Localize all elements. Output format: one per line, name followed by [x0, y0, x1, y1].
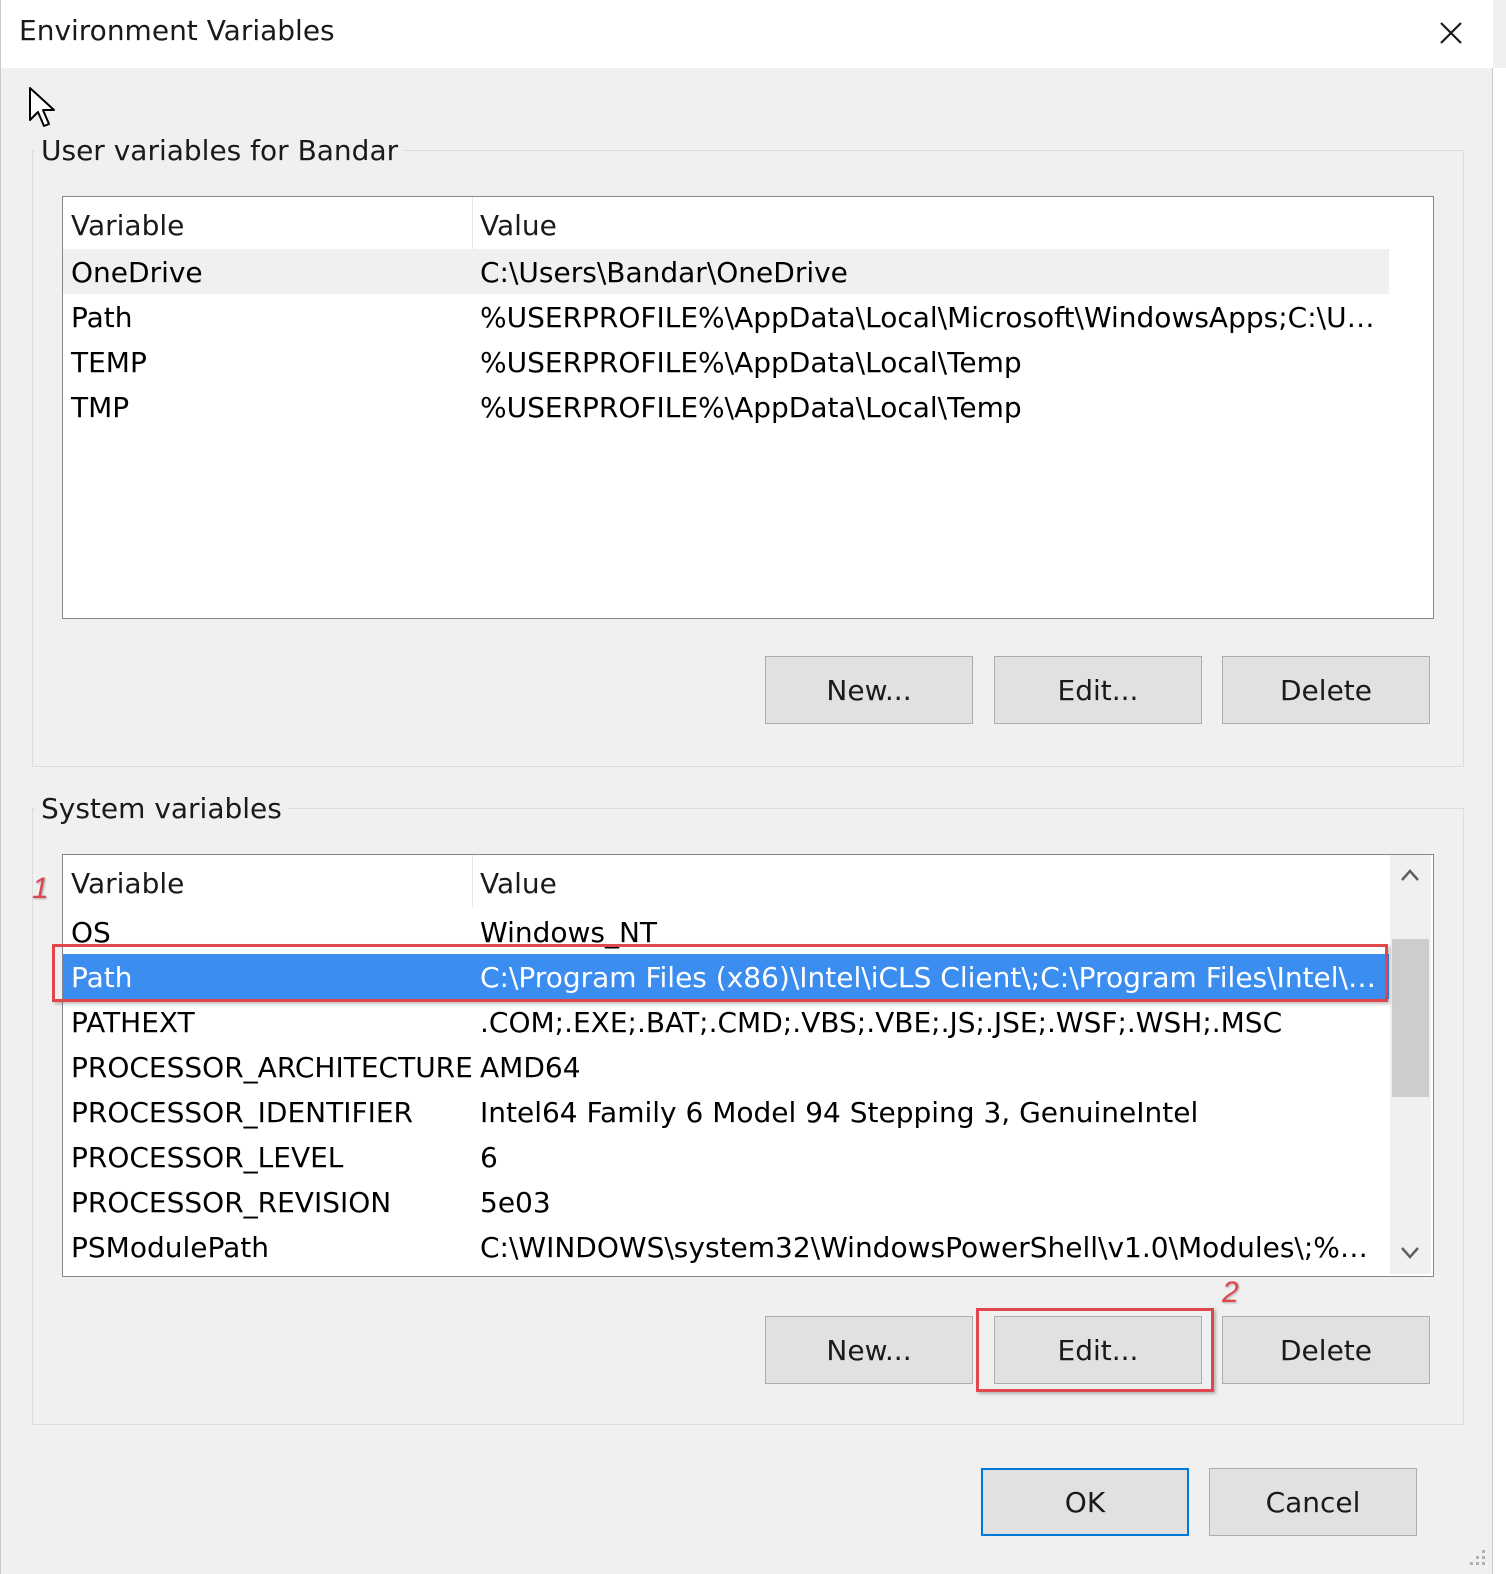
table-row[interactable]: PSModulePath C:\WINDOWS\system32\Windows…	[63, 1224, 1389, 1269]
variable-name: TEMP	[71, 346, 147, 379]
title-bar: Environment Variables	[0, 0, 1493, 68]
list-header: Variable Value	[63, 855, 1389, 907]
table-row[interactable]: PROCESSOR_LEVEL 6	[63, 1134, 1389, 1179]
chevron-up-icon[interactable]	[1400, 867, 1420, 883]
column-header-value[interactable]: Value	[480, 209, 557, 242]
annotation-step-2: 2	[1222, 1276, 1239, 1309]
close-button[interactable]	[1421, 10, 1481, 56]
annotation-highlight-edit	[976, 1308, 1214, 1392]
system-variables-list[interactable]: Variable Value OS Windows_NT Path C:\Pro…	[62, 854, 1434, 1277]
table-row[interactable]: PROCESSOR_ARCHITECTURE AMD64	[63, 1044, 1389, 1089]
variable-value: %USERPROFILE%\AppData\Local\Temp	[480, 391, 1022, 424]
table-row[interactable]: Path %USERPROFILE%\AppData\Local\Microso…	[63, 294, 1389, 339]
list-header: Variable Value	[63, 197, 1389, 249]
chevron-down-icon[interactable]	[1400, 1245, 1420, 1261]
column-header-variable[interactable]: Variable	[71, 867, 184, 900]
vertical-scrollbar[interactable]	[1390, 855, 1431, 1274]
variable-name: PROCESSOR_ARCHITECTURE	[71, 1051, 473, 1084]
variable-value: %USERPROFILE%\AppData\Local\Microsoft\Wi…	[480, 301, 1380, 334]
variable-name: PATHEXT	[71, 1006, 195, 1039]
column-divider[interactable]	[472, 855, 473, 907]
table-row[interactable]: TEMP %USERPROFILE%\AppData\Local\Temp	[63, 339, 1389, 384]
user-delete-button[interactable]: Delete	[1222, 656, 1430, 724]
user-variables-legend: User variables for Bandar	[35, 134, 405, 167]
variable-name: PROCESSOR_REVISION	[71, 1186, 392, 1219]
system-new-button[interactable]: New...	[765, 1316, 973, 1384]
scrollbar-thumb[interactable]	[1392, 939, 1429, 1097]
ok-button[interactable]: OK	[981, 1468, 1189, 1536]
variable-name: PSModulePath	[71, 1231, 269, 1264]
cursor-icon	[29, 87, 55, 127]
variable-value: 6	[480, 1141, 498, 1174]
window-title: Environment Variables	[19, 14, 335, 47]
window-border	[0, 68, 1, 1574]
variable-value: AMD64	[480, 1051, 581, 1084]
variable-name: TMP	[71, 391, 130, 424]
resize-grip-icon[interactable]	[1468, 1548, 1488, 1568]
variable-value: C:\WINDOWS\system32\WindowsPowerShell\v1…	[480, 1231, 1380, 1264]
user-edit-button[interactable]: Edit...	[994, 656, 1202, 724]
table-row[interactable]: PATHEXT .COM;.EXE;.BAT;.CMD;.VBS;.VBE;.J…	[63, 999, 1389, 1044]
system-variables-legend: System variables	[35, 792, 288, 825]
variable-value: %USERPROFILE%\AppData\Local\Temp	[480, 346, 1022, 379]
column-divider[interactable]	[472, 197, 473, 249]
user-new-button[interactable]: New...	[765, 656, 973, 724]
variable-name: PROCESSOR_IDENTIFIER	[71, 1096, 413, 1129]
user-variables-list[interactable]: Variable Value OneDrive C:\Users\Bandar\…	[62, 196, 1434, 619]
variable-value: 5e03	[480, 1186, 551, 1219]
table-row[interactable]: TMP %USERPROFILE%\AppData\Local\Temp	[63, 384, 1389, 429]
variable-value: .COM;.EXE;.BAT;.CMD;.VBS;.VBE;.JS;.JSE;.…	[480, 1006, 1283, 1039]
column-header-value[interactable]: Value	[480, 867, 557, 900]
annotation-step-1: 1	[32, 872, 49, 905]
cancel-button[interactable]: Cancel	[1209, 1468, 1417, 1536]
table-row[interactable]: PROCESSOR_IDENTIFIER Intel64 Family 6 Mo…	[63, 1089, 1389, 1134]
variable-name: PROCESSOR_LEVEL	[71, 1141, 344, 1174]
system-delete-button[interactable]: Delete	[1222, 1316, 1430, 1384]
variable-value: C:\Users\Bandar\OneDrive	[480, 256, 848, 289]
close-icon	[1440, 22, 1462, 44]
window-border-right	[1492, 68, 1506, 1574]
column-header-variable[interactable]: Variable	[71, 209, 184, 242]
variable-name: OneDrive	[71, 256, 203, 289]
table-row[interactable]: OneDrive C:\Users\Bandar\OneDrive	[63, 249, 1389, 294]
variable-value: Intel64 Family 6 Model 94 Stepping 3, Ge…	[480, 1096, 1199, 1129]
annotation-highlight-path	[52, 944, 1388, 1002]
variable-name: Path	[71, 301, 133, 334]
table-row[interactable]: PROCESSOR_REVISION 5e03	[63, 1179, 1389, 1224]
